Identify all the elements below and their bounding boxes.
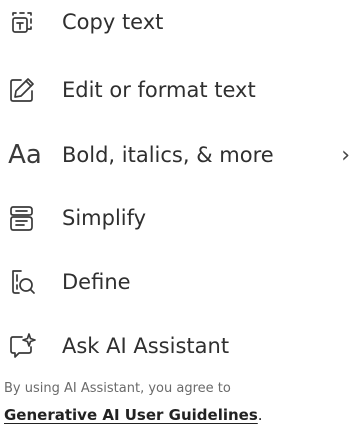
menu-item-label: Ask AI Assistant xyxy=(62,334,230,358)
chevron-right-icon: › xyxy=(341,142,350,168)
ai-assistant-icon xyxy=(4,328,40,364)
text-formatting-icon: Aa xyxy=(8,140,42,170)
menu-item-label: Define xyxy=(62,270,131,294)
menu-item-edit-format-text[interactable]: Edit or format text xyxy=(0,62,356,118)
menu-item-label: Simplify xyxy=(62,206,147,230)
menu-item-copy-text[interactable]: Copy text xyxy=(0,0,356,50)
menu-item-label: Copy text xyxy=(62,10,164,34)
menu-item-simplify[interactable]: Simplify xyxy=(0,190,356,246)
menu-item-label: Bold, italics, & more xyxy=(62,143,274,167)
ai-terms-text: By using AI Assistant, you agree to xyxy=(4,381,231,396)
ai-terms-notice: By using AI Assistant, you agree to Gene… xyxy=(4,381,354,426)
ai-guidelines-suffix: . xyxy=(257,405,263,424)
menu-item-label: Edit or format text xyxy=(62,78,256,102)
menu-item-bold-italics-more[interactable]: Aa Bold, italics, & more › xyxy=(0,127,356,183)
copy-text-icon xyxy=(4,4,40,40)
simplify-icon xyxy=(4,200,40,236)
define-icon xyxy=(4,264,40,300)
edit-text-icon xyxy=(4,72,40,108)
menu-item-ask-ai-assistant[interactable]: Ask AI Assistant xyxy=(0,318,356,374)
ai-guidelines-link[interactable]: Generative AI User Guidelines xyxy=(4,406,258,426)
menu-item-define[interactable]: Define xyxy=(0,254,356,310)
